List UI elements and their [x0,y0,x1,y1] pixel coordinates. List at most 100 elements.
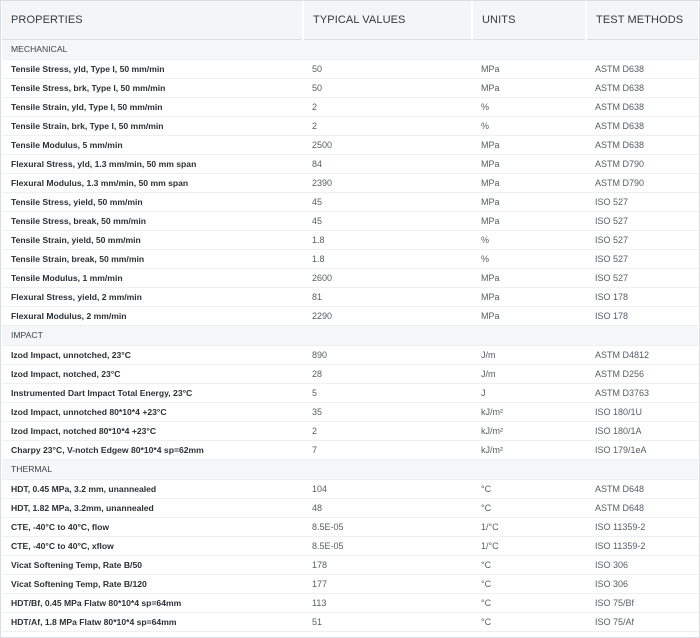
property-cell: Charpy 23°C, V-notch Edgew 80*10*4 sp=62… [2,440,303,460]
header-units: UNITS [472,1,587,40]
unit-cell: 1/°C [472,517,586,537]
test-method-cell: ISO 178 [586,306,698,326]
test-method-cell: ISO 75/Bf [586,593,698,613]
unit-cell: kJ/m² [472,421,586,441]
unit-cell: °C [472,574,586,594]
property-cell: Flexural Modulus, 1.3 mm/min, 50 mm span [2,173,303,193]
properties-table-frame: PROPERTIES TYPICAL VALUES UNITS TEST MET… [0,0,700,638]
table-row: Tensile Stress, yield, 50 mm/min 45 MPa ISO… [2,192,698,212]
unit-cell: MPa [472,135,586,155]
table-row: HDT, 1.82 MPa, 3.2mm, unannealed 48 °C ASTM… [2,498,698,518]
section-title: MECHANICAL [2,39,698,60]
property-cell: Tensile Strain, brk, Type I, 50 mm/min [2,116,303,136]
header-properties: PROPERTIES [2,1,304,40]
value-cell: 2290 [303,306,472,326]
value-cell: 45 [303,211,472,231]
test-method-cell: ASTM D638 [586,78,698,98]
test-method-cell: ASTM D638 [586,135,698,155]
unit-cell: MPa [472,211,586,231]
property-cell: Vicat Softening Temp, Rate B/50 [2,555,303,575]
table-row: Tensile Stress, break, 50 mm/min 45 MPa ISO… [2,211,698,231]
table-row: CTE, -40°C to 40°C, flow 8.5E-05 1/°C ISO 1… [2,517,698,537]
header-typical-values: TYPICAL VALUES [303,1,473,40]
value-cell: 2 [303,421,472,441]
value-cell: 2500 [303,135,472,155]
table-row: Tensile Modulus, 1 mm/min 2600 MPa ISO 527 [2,268,698,288]
value-cell: 51 [303,612,472,632]
property-cell: Tensile Modulus, 1 mm/min [2,268,303,288]
test-method-cell: ASTM D790 [586,173,698,193]
test-method-cell: ISO 178 [586,287,698,307]
value-cell: 45 [303,192,472,212]
value-cell: 890 [303,345,472,365]
property-cell: Izod Impact, unnotched 80*10*4 +23°C [2,402,303,422]
unit-cell: MPa [472,306,586,326]
value-cell: 81 [303,287,472,307]
test-method-cell: ASTM D638 [586,97,698,117]
unit-cell: % [472,230,586,250]
table-row: Tensile Strain, yield, 50 mm/min 1.8% ISO … [2,230,698,250]
table-row: HDT, 0.45 MPa, 3.2 mm, unannealed 104 °C AS… [2,479,698,499]
test-method-cell: ISO 11359-2 [586,517,698,537]
test-method-cell: ISO 527 [586,268,698,288]
value-cell: 2 [303,97,472,117]
test-method-cell: ISO 527 [586,249,698,269]
test-method-cell: ASTM D4812 [586,345,698,365]
table-row: Izod Impact, unnotched, 23°C 890 J/m ASTM D… [2,345,698,365]
property-cell: Flexural Modulus, 2 mm/min [2,306,303,326]
test-method-cell: ISO 179/1eA [586,440,698,460]
property-cell: CTE, -40°C to 40°C, flow [2,517,303,537]
properties-table: PROPERTIES TYPICAL VALUES UNITS TEST MET… [2,1,698,632]
value-cell: 7 [303,440,472,460]
table-row: Vicat Softening Temp, Rate B/50 178 °C ISO … [2,555,698,575]
unit-cell: J [472,383,586,403]
test-method-cell: ASTM D3763 [586,383,698,403]
property-cell: Tensile Stress, yld, Type I, 50 mm/min [2,59,303,79]
test-method-cell: ISO 180/1U [586,402,698,422]
value-cell: 50 [303,78,472,98]
property-cell: Tensile Stress, break, 50 mm/min [2,211,303,231]
unit-cell: 1/°C [472,536,586,556]
property-cell: Instrumented Dart Impact Total Energy, 2… [2,383,303,403]
value-cell: 35 [303,402,472,422]
section-row-impact: IMPACT [2,325,698,346]
property-cell: Flexural Stress, yld, 1.3 mm/min, 50 mm … [2,154,303,174]
value-cell: 1.8 [303,249,472,269]
test-method-cell: ASTM D638 [586,59,698,79]
property-cell: HDT/Af, 1.8 MPa Flatw 80*10*4 sp=64mm [2,612,303,632]
value-cell: 2600 [303,268,472,288]
value-cell: 50 [303,59,472,79]
property-cell: Izod Impact, notched, 23°C [2,364,303,384]
table-row: Flexural Modulus, 1.3 mm/min, 50 mm span… [2,173,698,193]
table-row: Vicat Softening Temp, Rate B/120 177 °C ISO… [2,574,698,594]
unit-cell: kJ/m² [472,402,586,422]
property-cell: HDT, 1.82 MPa, 3.2mm, unannealed [2,498,303,518]
value-cell: 104 [303,479,472,499]
unit-cell: % [472,249,586,269]
table-header: PROPERTIES TYPICAL VALUES UNITS TEST MET… [2,1,698,40]
unit-cell: MPa [472,173,586,193]
table-row: Tensile Strain, break, 50 mm/min 1.8% ISO … [2,249,698,269]
table-row: Tensile Modulus, 5 mm/min 2500 MPa ASTM D63… [2,135,698,155]
unit-cell: J/m [472,364,586,384]
test-method-cell: ASTM D256 [586,364,698,384]
property-cell: Vicat Softening Temp, Rate B/120 [2,574,303,594]
property-cell: Tensile Stress, brk, Type I, 50 mm/min [2,78,303,98]
value-cell: 2390 [303,173,472,193]
table-row: HDT/Af, 1.8 MPa Flatw 80*10*4 sp=64mm 51 °… [2,612,698,632]
unit-cell: MPa [472,59,586,79]
property-cell: Tensile Strain, yield, 50 mm/min [2,230,303,250]
unit-cell: MPa [472,192,586,212]
value-cell: 28 [303,364,472,384]
test-method-cell: ASTM D790 [586,154,698,174]
value-cell: 48 [303,498,472,518]
section-row-thermal: THERMAL [2,459,698,480]
property-cell: HDT/Bf, 0.45 MPa Flatw 80*10*4 sp=64mm [2,593,303,613]
table-row: Tensile Strain, yld, Type I, 50 mm/min 2%… [2,97,698,117]
table-row: Flexural Stress, yield, 2 mm/min 81 MPa ISO… [2,287,698,307]
test-method-cell: ASTM D648 [586,479,698,499]
test-method-cell: ISO 180/1A [586,421,698,441]
table-row: CTE, -40°C to 40°C, xflow 8.5E-05 1/°C ISO … [2,536,698,556]
property-cell: Izod Impact, notched 80*10*4 +23°C [2,421,303,441]
property-cell: Flexural Stress, yield, 2 mm/min [2,287,303,307]
